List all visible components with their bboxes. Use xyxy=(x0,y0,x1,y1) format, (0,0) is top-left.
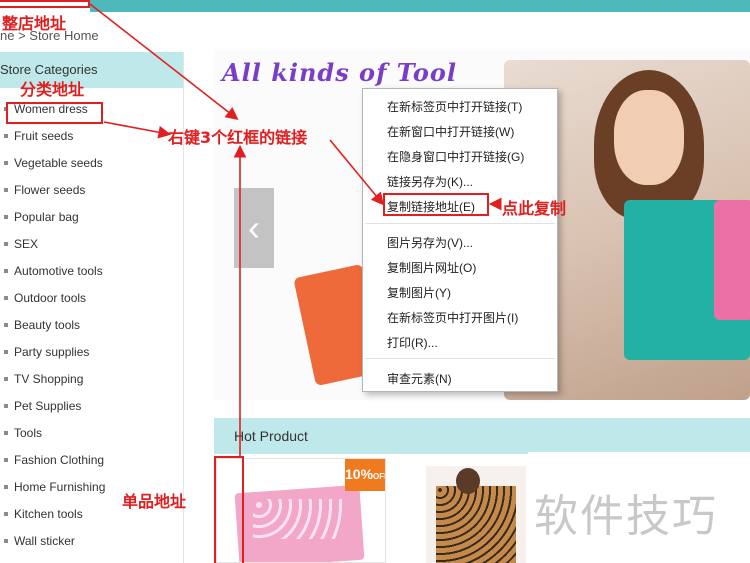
annotation-arrows xyxy=(89,3,502,456)
arrow-category-to-note xyxy=(103,121,172,139)
arrow-note-to-menu xyxy=(329,139,385,206)
arrow-store-to-note xyxy=(89,3,239,120)
